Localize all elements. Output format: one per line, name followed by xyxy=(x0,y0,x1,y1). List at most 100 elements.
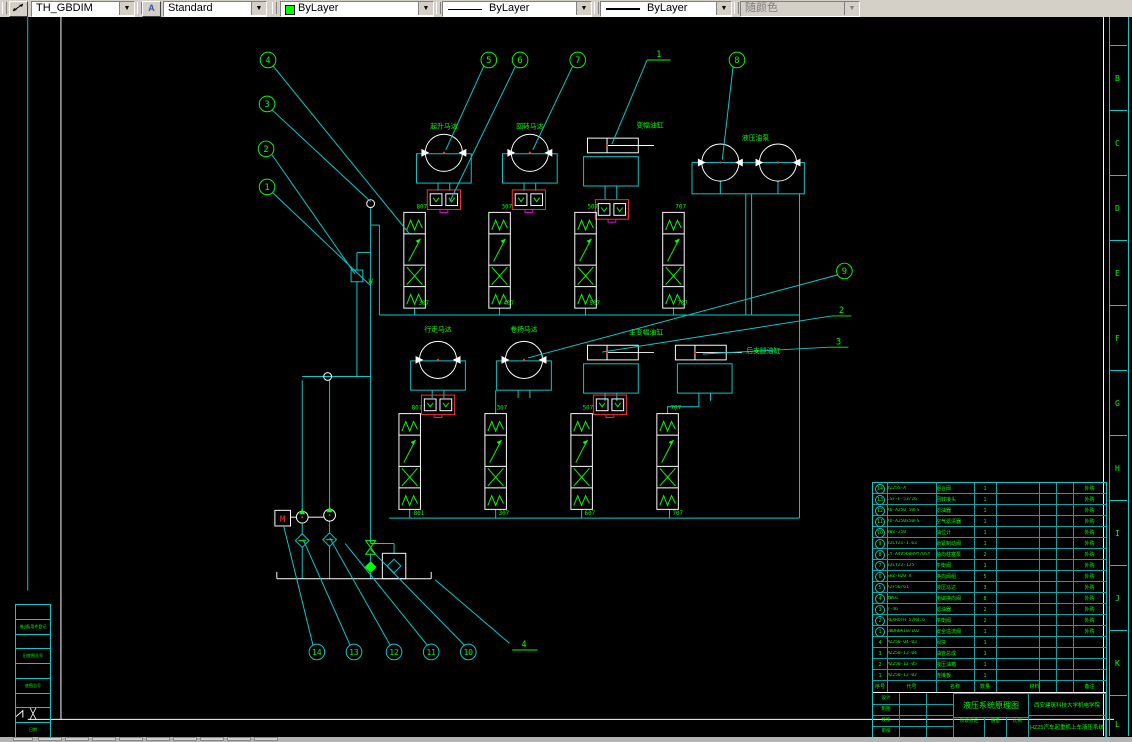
svg-text:4: 4 xyxy=(521,640,526,650)
strip-cell xyxy=(16,694,50,709)
svg-text:3: 3 xyxy=(264,100,269,110)
bom-remark: 外购 xyxy=(1084,486,1095,492)
bom-qty: 8 xyxy=(983,595,987,602)
dim-style-value: TH_GBDIM xyxy=(36,2,93,14)
taskbar-segment xyxy=(65,737,89,741)
plot-style-combo: 随颜色 ▼ xyxy=(740,1,860,17)
svg-text:8: 8 xyxy=(734,56,739,66)
luffing-cylinder-label: 变幅油缸 xyxy=(636,120,663,129)
bom-qty: 1 xyxy=(983,650,987,657)
hydraulic-actuators xyxy=(415,133,801,379)
table-grid-line xyxy=(1073,483,1074,692)
color-combo[interactable]: ByLayer ▼ xyxy=(280,1,434,17)
taskbar xyxy=(0,737,1132,742)
bom-name: 电磁换向阀 xyxy=(936,596,962,602)
chevron-down-icon[interactable]: ▼ xyxy=(418,2,433,15)
svg-text:707: 707 xyxy=(672,511,683,517)
bom-rows: 14 YZ255-A 组合阀 1 外购 13 CSF-F-53/26 回转接头 1 外购 12 X… xyxy=(873,483,1106,681)
table-row: 10 YWZ-250 油位计 1 外购 xyxy=(873,527,1106,538)
linetype-combo[interactable]: ByLayer ▼ xyxy=(442,1,592,17)
svg-text:307: 307 xyxy=(499,511,510,517)
bom-code: 7-46 xyxy=(887,607,898,612)
bom-header-cell: 数量 xyxy=(979,684,990,690)
bom-no: 1 xyxy=(873,626,887,637)
bom-no: 2 xyxy=(878,661,882,668)
plot-style-value: 随颜色 xyxy=(745,2,778,14)
zone-ruler: B C D E F G H I J K L xyxy=(1103,17,1130,736)
bom-remark: 外购 xyxy=(1084,530,1095,536)
svg-text:801: 801 xyxy=(414,511,425,517)
svg-text:707: 707 xyxy=(675,204,686,210)
bom-no: 1 xyxy=(878,672,882,679)
bom-code: MZ250-12-02 xyxy=(887,673,917,678)
svg-text:1: 1 xyxy=(656,50,661,60)
taskbar-segment xyxy=(13,737,33,741)
strip-x-cell: ╳ xyxy=(16,708,50,724)
chevron-down-icon: ▼ xyxy=(844,2,859,15)
text-style-icon[interactable]: A xyxy=(142,1,161,17)
text-style-combo[interactable]: Standard ▼ xyxy=(163,1,267,17)
table-row: 2 MZ250-12-05 液压油箱 1 xyxy=(873,659,1106,670)
bom-qty: 1 xyxy=(983,529,987,536)
bom-remark: 外购 xyxy=(1084,618,1095,624)
bom-no: 11 xyxy=(875,516,885,527)
bom-remark: 外购 xyxy=(1084,541,1095,547)
bom-qty: 1 xyxy=(983,496,987,503)
hoist-motor xyxy=(420,133,467,172)
zone-letter: B xyxy=(1115,74,1120,83)
travel-motor xyxy=(415,340,461,379)
table-row: 14 YZ255-A 组合阀 1 外购 xyxy=(873,483,1106,494)
bom-name: 锁紧制动阀 xyxy=(936,541,962,547)
toolbar-grip[interactable] xyxy=(594,2,599,14)
slew-motor xyxy=(506,133,553,172)
bom-name: 安全溢流阀 xyxy=(936,629,962,635)
table-row: 3 MZ250-12-04 油管总成 1 xyxy=(873,648,1106,659)
bom-code: 4WE6 xyxy=(887,596,898,601)
bom-no: 3 xyxy=(878,650,882,657)
lineweight-sample xyxy=(606,8,640,10)
table-grid-line xyxy=(996,483,997,692)
bom-qty: 1 xyxy=(983,562,987,569)
chevron-down-icon[interactable]: ▼ xyxy=(119,2,134,15)
bom-no: 14 xyxy=(875,483,885,494)
main-luffing-cylinder xyxy=(587,344,655,361)
bom-code: XU-A250 50FS xyxy=(887,508,920,513)
toolbar-grip[interactable] xyxy=(734,2,739,14)
zone-letter: G xyxy=(1115,399,1120,408)
toolbar-grip[interactable] xyxy=(272,2,277,14)
svg-text:507: 507 xyxy=(589,301,600,307)
dim-style-icon[interactable] xyxy=(9,1,28,17)
svg-text:12: 12 xyxy=(389,648,399,657)
toolbar-grip[interactable] xyxy=(436,2,441,14)
table-row: 7 32LYZ2-125 平衡阀 1 外购 xyxy=(873,560,1106,571)
lineweight-value: ByLayer xyxy=(647,2,688,14)
taskbar-segment xyxy=(254,737,278,741)
bom-name: 油管总成 xyxy=(936,651,957,657)
chevron-down-icon[interactable]: ▼ xyxy=(576,2,591,15)
bom-code: 32LYZ2-125 xyxy=(887,563,915,568)
dim-style-combo[interactable]: TH_GBDIM ▼ xyxy=(31,1,135,17)
chevron-down-icon[interactable]: ▼ xyxy=(251,2,266,15)
slew-motor-label: 回转马达 xyxy=(516,121,543,130)
zone-letter: F xyxy=(1115,334,1120,343)
bom-remark: 外购 xyxy=(1084,508,1095,514)
project-cell: HZ25汽车起重机上车液压系统 xyxy=(1028,715,1106,738)
bom-code: MZ250-12-05 xyxy=(887,662,917,667)
main-pump-label: 液压油泵 xyxy=(742,133,769,142)
winch-motor xyxy=(501,340,547,379)
chevron-down-icon[interactable]: ▼ xyxy=(716,2,731,15)
bom-qty: 5 xyxy=(983,573,987,580)
svg-text:1: 1 xyxy=(264,183,269,193)
taskbar-segment xyxy=(146,737,170,741)
bom-remark: 外购 xyxy=(1084,519,1095,525)
toolbar-grip[interactable] xyxy=(2,2,7,14)
bom-name: 平衡阀 xyxy=(936,563,952,569)
table-row: 8 CY-A4V56DR9Y70SY 轴向柱塞泵 2 外购 xyxy=(873,549,1106,560)
power-unit: M W xyxy=(274,199,432,580)
table-row: 6 SHZ-H20-X 换向阀组 5 外购 xyxy=(873,571,1106,582)
svg-text:13: 13 xyxy=(349,648,359,657)
suction-filter-2 xyxy=(322,532,337,547)
bom-code: XU-A250x50FS xyxy=(887,519,920,524)
lineweight-combo[interactable]: ByLayer ▼ xyxy=(600,1,732,17)
stage-cell: 阶段标记 xyxy=(953,717,985,738)
